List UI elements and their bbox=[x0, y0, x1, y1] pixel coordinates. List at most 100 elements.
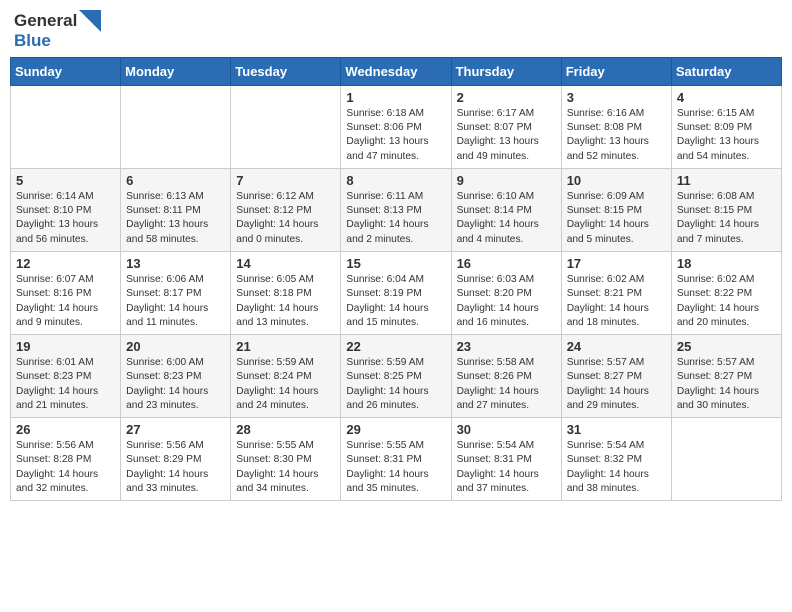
day-info: Sunrise: 6:07 AMSunset: 8:16 PMDaylight:… bbox=[16, 273, 115, 330]
day-info: Sunrise: 6:04 AMSunset: 8:19 PMDaylight:… bbox=[346, 273, 445, 330]
calendar-cell: 1 Sunrise: 6:18 AMSunset: 8:06 PMDaylight… bbox=[341, 85, 451, 168]
day-info: Sunrise: 5:56 AMSunset: 8:29 PMDaylight:… bbox=[126, 439, 225, 496]
day-info: Sunrise: 5:55 AMSunset: 8:30 PMDaylight:… bbox=[236, 439, 335, 496]
day-number: 19 bbox=[16, 339, 115, 354]
day-number: 24 bbox=[567, 339, 666, 354]
calendar-cell: 9 Sunrise: 6:10 AMSunset: 8:14 PMDaylight… bbox=[451, 168, 561, 251]
logo: General Blue bbox=[14, 10, 101, 51]
calendar-cell: 13Sunrise: 6:06 AMSunset: 8:17 PMDayligh… bbox=[121, 251, 231, 334]
calendar-cell: 15 Sunrise: 6:04 AMSunset: 8:19 PMDayligh… bbox=[341, 251, 451, 334]
day-number: 6 bbox=[126, 173, 225, 188]
day-number: 11 bbox=[677, 173, 776, 188]
day-info: Sunrise: 5:55 AMSunset: 8:31 PMDaylight:… bbox=[346, 439, 445, 496]
day-info: Sunrise: 6:13 AMSunset: 8:11 PMDaylight:… bbox=[126, 190, 225, 247]
calendar-cell: 25 Sunrise: 5:57 AMSunset: 8:27 PMDayligh… bbox=[671, 335, 781, 418]
day-info: Sunrise: 6:17 AMSunset: 8:07 PMDaylight:… bbox=[457, 107, 556, 164]
day-info: Sunrise: 6:02 AMSunset: 8:21 PMDaylight:… bbox=[567, 273, 666, 330]
calendar-cell: 29 Sunrise: 5:55 AMSunset: 8:31 PMDayligh… bbox=[341, 418, 451, 501]
day-number: 5 bbox=[16, 173, 115, 188]
calendar-cell: 28 Sunrise: 5:55 AMSunset: 8:30 PMDayligh… bbox=[231, 418, 341, 501]
day-info: Sunrise: 5:56 AMSunset: 8:28 PMDaylight:… bbox=[16, 439, 115, 496]
calendar-cell bbox=[121, 85, 231, 168]
day-number: 21 bbox=[236, 339, 335, 354]
day-info: Sunrise: 6:14 AMSunset: 8:10 PMDaylight:… bbox=[16, 190, 115, 247]
calendar-cell: 14 Sunrise: 6:05 AMSunset: 8:18 PMDayligh… bbox=[231, 251, 341, 334]
day-number: 12 bbox=[16, 256, 115, 271]
day-info: Sunrise: 5:57 AMSunset: 8:27 PMDaylight:… bbox=[567, 356, 666, 413]
logo-blue: Blue bbox=[14, 32, 51, 51]
day-number: 17 bbox=[567, 256, 666, 271]
day-number: 9 bbox=[457, 173, 556, 188]
day-info: Sunrise: 6:16 AMSunset: 8:08 PMDaylight:… bbox=[567, 107, 666, 164]
day-number: 29 bbox=[346, 422, 445, 437]
weekday-header-monday: Monday bbox=[121, 57, 231, 85]
day-number: 1 bbox=[346, 90, 445, 105]
day-number: 23 bbox=[457, 339, 556, 354]
calendar-cell: 8 Sunrise: 6:11 AMSunset: 8:13 PMDaylight… bbox=[341, 168, 451, 251]
day-info: Sunrise: 5:54 AMSunset: 8:32 PMDaylight:… bbox=[567, 439, 666, 496]
calendar-cell: 23 Sunrise: 5:58 AMSunset: 8:26 PMDayligh… bbox=[451, 335, 561, 418]
calendar-cell bbox=[231, 85, 341, 168]
day-info: Sunrise: 6:01 AMSunset: 8:23 PMDaylight:… bbox=[16, 356, 115, 413]
logo-triangle-icon bbox=[79, 10, 101, 32]
calendar-cell: 16 Sunrise: 6:03 AMSunset: 8:20 PMDayligh… bbox=[451, 251, 561, 334]
day-info: Sunrise: 6:11 AMSunset: 8:13 PMDaylight:… bbox=[346, 190, 445, 247]
calendar-cell: 3Sunrise: 6:16 AMSunset: 8:08 PMDaylight… bbox=[561, 85, 671, 168]
day-info: Sunrise: 6:15 AMSunset: 8:09 PMDaylight:… bbox=[677, 107, 776, 164]
day-number: 18 bbox=[677, 256, 776, 271]
day-info: Sunrise: 5:59 AMSunset: 8:24 PMDaylight:… bbox=[236, 356, 335, 413]
calendar-cell: 31Sunrise: 5:54 AMSunset: 8:32 PMDayligh… bbox=[561, 418, 671, 501]
day-number: 22 bbox=[346, 339, 445, 354]
calendar-cell: 27 Sunrise: 5:56 AMSunset: 8:29 PMDayligh… bbox=[121, 418, 231, 501]
day-info: Sunrise: 5:58 AMSunset: 8:26 PMDaylight:… bbox=[457, 356, 556, 413]
calendar-cell: 4 Sunrise: 6:15 AMSunset: 8:09 PMDaylight… bbox=[671, 85, 781, 168]
day-number: 2 bbox=[457, 90, 556, 105]
day-number: 14 bbox=[236, 256, 335, 271]
day-info: Sunrise: 6:05 AMSunset: 8:18 PMDaylight:… bbox=[236, 273, 335, 330]
calendar-cell: 12 Sunrise: 6:07 AMSunset: 8:16 PMDayligh… bbox=[11, 251, 121, 334]
calendar-cell: 2 Sunrise: 6:17 AMSunset: 8:07 PMDaylight… bbox=[451, 85, 561, 168]
calendar-cell: 6 Sunrise: 6:13 AMSunset: 8:11 PMDaylight… bbox=[121, 168, 231, 251]
day-info: Sunrise: 6:08 AMSunset: 8:15 PMDaylight:… bbox=[677, 190, 776, 247]
calendar-cell: 10 Sunrise: 6:09 AMSunset: 8:15 PMDayligh… bbox=[561, 168, 671, 251]
day-info: Sunrise: 6:09 AMSunset: 8:15 PMDaylight:… bbox=[567, 190, 666, 247]
calendar-cell: 21 Sunrise: 5:59 AMSunset: 8:24 PMDayligh… bbox=[231, 335, 341, 418]
day-number: 16 bbox=[457, 256, 556, 271]
day-number: 8 bbox=[346, 173, 445, 188]
calendar-cell: 30 Sunrise: 5:54 AMSunset: 8:31 PMDayligh… bbox=[451, 418, 561, 501]
day-number: 27 bbox=[126, 422, 225, 437]
calendar-cell: 26Sunrise: 5:56 AMSunset: 8:28 PMDayligh… bbox=[11, 418, 121, 501]
weekday-header-wednesday: Wednesday bbox=[341, 57, 451, 85]
weekday-header-friday: Friday bbox=[561, 57, 671, 85]
calendar-cell: 18 Sunrise: 6:02 AMSunset: 8:22 PMDayligh… bbox=[671, 251, 781, 334]
day-info: Sunrise: 5:57 AMSunset: 8:27 PMDaylight:… bbox=[677, 356, 776, 413]
weekday-header-thursday: Thursday bbox=[451, 57, 561, 85]
day-number: 30 bbox=[457, 422, 556, 437]
day-info: Sunrise: 6:03 AMSunset: 8:20 PMDaylight:… bbox=[457, 273, 556, 330]
calendar-cell: 19 Sunrise: 6:01 AMSunset: 8:23 PMDayligh… bbox=[11, 335, 121, 418]
logo-general: General bbox=[14, 12, 77, 31]
day-info: Sunrise: 6:18 AMSunset: 8:06 PMDaylight:… bbox=[346, 107, 445, 164]
day-info: Sunrise: 6:12 AMSunset: 8:12 PMDaylight:… bbox=[236, 190, 335, 247]
day-number: 20 bbox=[126, 339, 225, 354]
day-info: Sunrise: 6:00 AMSunset: 8:23 PMDaylight:… bbox=[126, 356, 225, 413]
day-number: 25 bbox=[677, 339, 776, 354]
day-info: Sunrise: 6:02 AMSunset: 8:22 PMDaylight:… bbox=[677, 273, 776, 330]
day-info: Sunrise: 6:10 AMSunset: 8:14 PMDaylight:… bbox=[457, 190, 556, 247]
page-header: General Blue bbox=[10, 10, 782, 51]
calendar-cell: 24 Sunrise: 5:57 AMSunset: 8:27 PMDayligh… bbox=[561, 335, 671, 418]
day-number: 4 bbox=[677, 90, 776, 105]
day-info: Sunrise: 5:54 AMSunset: 8:31 PMDaylight:… bbox=[457, 439, 556, 496]
calendar-cell: 17 Sunrise: 6:02 AMSunset: 8:21 PMDayligh… bbox=[561, 251, 671, 334]
calendar-cell: 22 Sunrise: 5:59 AMSunset: 8:25 PMDayligh… bbox=[341, 335, 451, 418]
calendar-cell bbox=[11, 85, 121, 168]
day-number: 7 bbox=[236, 173, 335, 188]
weekday-header-tuesday: Tuesday bbox=[231, 57, 341, 85]
calendar-cell: 20 Sunrise: 6:00 AMSunset: 8:23 PMDayligh… bbox=[121, 335, 231, 418]
day-number: 28 bbox=[236, 422, 335, 437]
day-number: 13 bbox=[126, 256, 225, 271]
day-info: Sunrise: 5:59 AMSunset: 8:25 PMDaylight:… bbox=[346, 356, 445, 413]
day-number: 10 bbox=[567, 173, 666, 188]
day-number: 15 bbox=[346, 256, 445, 271]
calendar-cell: 7 Sunrise: 6:12 AMSunset: 8:12 PMDaylight… bbox=[231, 168, 341, 251]
